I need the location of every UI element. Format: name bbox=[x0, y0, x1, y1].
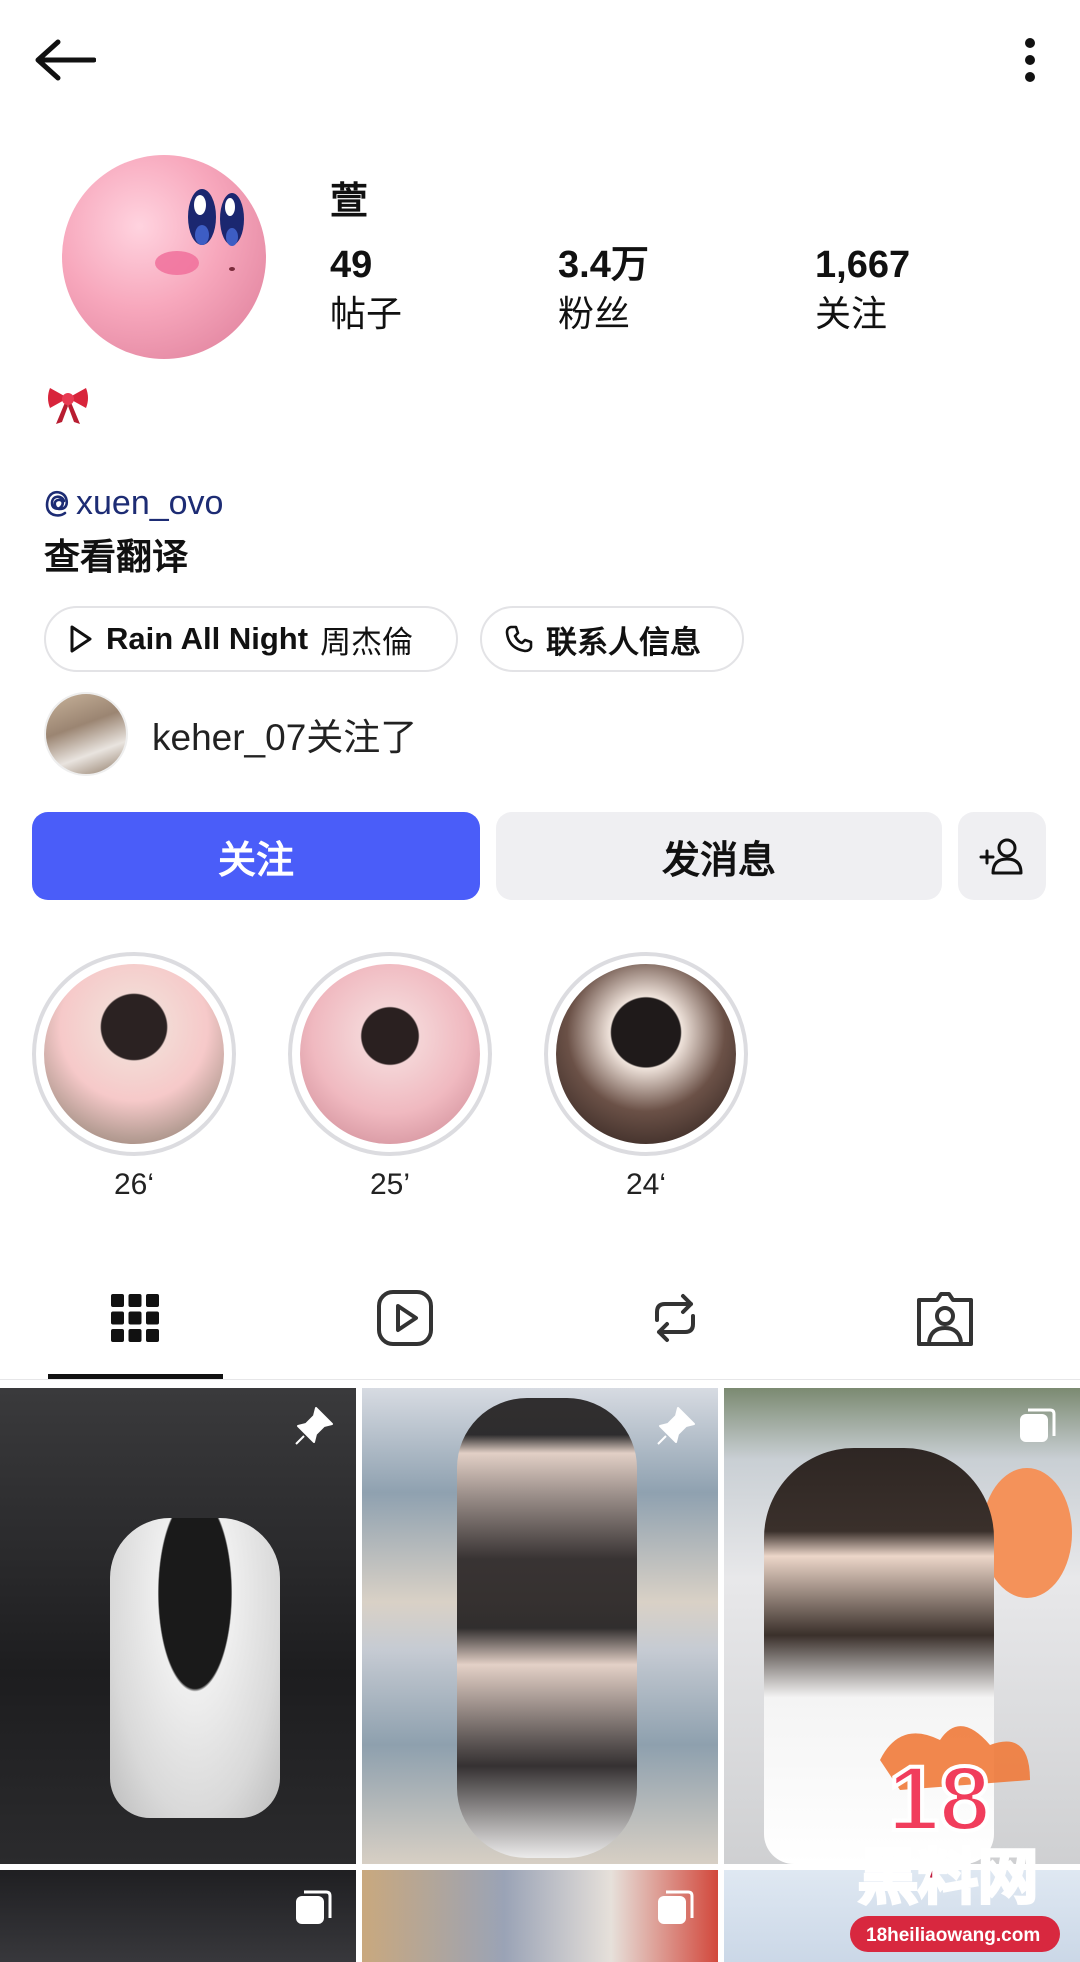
threads-icon bbox=[45, 490, 69, 517]
highlight-label: 24‘ bbox=[625, 1168, 667, 1201]
tab-reposts[interactable] bbox=[540, 1256, 810, 1379]
more-vertical-icon bbox=[1025, 38, 1035, 82]
profile-avatar[interactable] bbox=[62, 155, 266, 359]
post-photo bbox=[457, 1398, 637, 1858]
carousel-icon bbox=[290, 1884, 338, 1932]
contact-info-label: 联系人信息 bbox=[546, 624, 701, 660]
phone-icon bbox=[505, 625, 533, 653]
highlight-ring bbox=[544, 952, 748, 1156]
carousel-icon bbox=[652, 1884, 700, 1932]
message-button[interactable]: 发消息 bbox=[496, 812, 942, 900]
highlight-cover bbox=[300, 964, 480, 1144]
pinned-icon bbox=[652, 1402, 700, 1450]
site-watermark-logo: 18 黑料网 18heiliaowang.com bbox=[840, 1720, 1080, 1962]
suggest-users-button[interactable] bbox=[958, 812, 1046, 900]
posts-label: 帖子 bbox=[330, 293, 403, 334]
reels-icon bbox=[377, 1289, 433, 1346]
followers-label: 粉丝 bbox=[558, 293, 631, 334]
post-thumbnail[interactable] bbox=[362, 1870, 718, 1962]
story-highlight[interactable]: 25’ bbox=[288, 952, 492, 1202]
highlight-ring bbox=[32, 952, 236, 1156]
add-person-icon bbox=[979, 838, 1023, 875]
tab-reels[interactable] bbox=[270, 1256, 540, 1379]
post-thumbnail[interactable] bbox=[0, 1870, 356, 1962]
tab-posts-grid[interactable] bbox=[0, 1256, 270, 1379]
highlight-ring bbox=[288, 952, 492, 1156]
pinned-icon bbox=[290, 1402, 338, 1450]
posts-stat[interactable]: 49 帖子 bbox=[330, 243, 402, 337]
profile-name: 萱 bbox=[330, 181, 369, 223]
highlight-cover bbox=[44, 964, 224, 1144]
post-photo-balloon bbox=[982, 1468, 1072, 1598]
see-translation-link[interactable]: 查看翻译 bbox=[44, 528, 188, 580]
highlight-label: 26‘ bbox=[113, 1168, 155, 1201]
post-thumbnail[interactable] bbox=[362, 1388, 718, 1864]
avatar-face-graphic bbox=[155, 189, 244, 275]
highlight-cover bbox=[556, 964, 736, 1144]
mutual-follower-avatar bbox=[44, 692, 128, 776]
play-icon bbox=[70, 625, 92, 653]
music-song-title: Rain All Night bbox=[106, 621, 309, 656]
arrow-left-icon bbox=[35, 39, 96, 81]
music-chip[interactable]: Rain All Night 周杰倫 bbox=[44, 606, 458, 672]
mutual-followers[interactable]: keher_07关注了 bbox=[44, 692, 417, 776]
contact-info-chip[interactable]: 联系人信息 bbox=[480, 606, 744, 672]
music-artist: 周杰倫 bbox=[320, 624, 414, 660]
tab-tagged[interactable] bbox=[810, 1256, 1080, 1379]
highlight-label: 25’ bbox=[369, 1168, 411, 1201]
threads-link[interactable]: xuen_ovo bbox=[44, 484, 223, 523]
followers-stat[interactable]: 3.4万 粉丝 bbox=[558, 243, 649, 337]
profile-tabs bbox=[0, 1256, 1080, 1380]
svg-text:18: 18 bbox=[888, 1748, 990, 1850]
follow-button[interactable]: 关注 bbox=[32, 812, 480, 900]
svg-text:18heiliaowang.com: 18heiliaowang.com bbox=[866, 1925, 1040, 1946]
repost-icon bbox=[655, 1293, 695, 1342]
back-button[interactable] bbox=[30, 30, 100, 90]
mutual-followers-text: keher_07关注了 bbox=[152, 717, 418, 758]
post-photo bbox=[110, 1518, 280, 1818]
top-bar bbox=[0, 0, 1080, 120]
following-stat[interactable]: 1,667 关注 bbox=[815, 243, 910, 337]
bow-emoji-icon bbox=[44, 380, 92, 428]
story-highlight[interactable]: 24‘ bbox=[544, 952, 748, 1202]
posts-count: 49 bbox=[330, 244, 373, 286]
more-options-button[interactable] bbox=[1010, 30, 1050, 90]
story-highlight[interactable]: 26‘ bbox=[32, 952, 236, 1202]
svg-text:黑料网: 黑料网 bbox=[858, 1843, 1038, 1913]
tagged-person-icon bbox=[917, 1291, 973, 1346]
followers-count: 3.4万 bbox=[558, 244, 649, 286]
carousel-icon bbox=[1014, 1402, 1062, 1450]
grid-icon bbox=[111, 1293, 159, 1342]
following-label: 关注 bbox=[815, 293, 888, 334]
threads-handle: xuen_ovo bbox=[76, 484, 224, 522]
post-thumbnail[interactable] bbox=[0, 1388, 356, 1864]
following-count: 1,667 bbox=[815, 244, 911, 286]
